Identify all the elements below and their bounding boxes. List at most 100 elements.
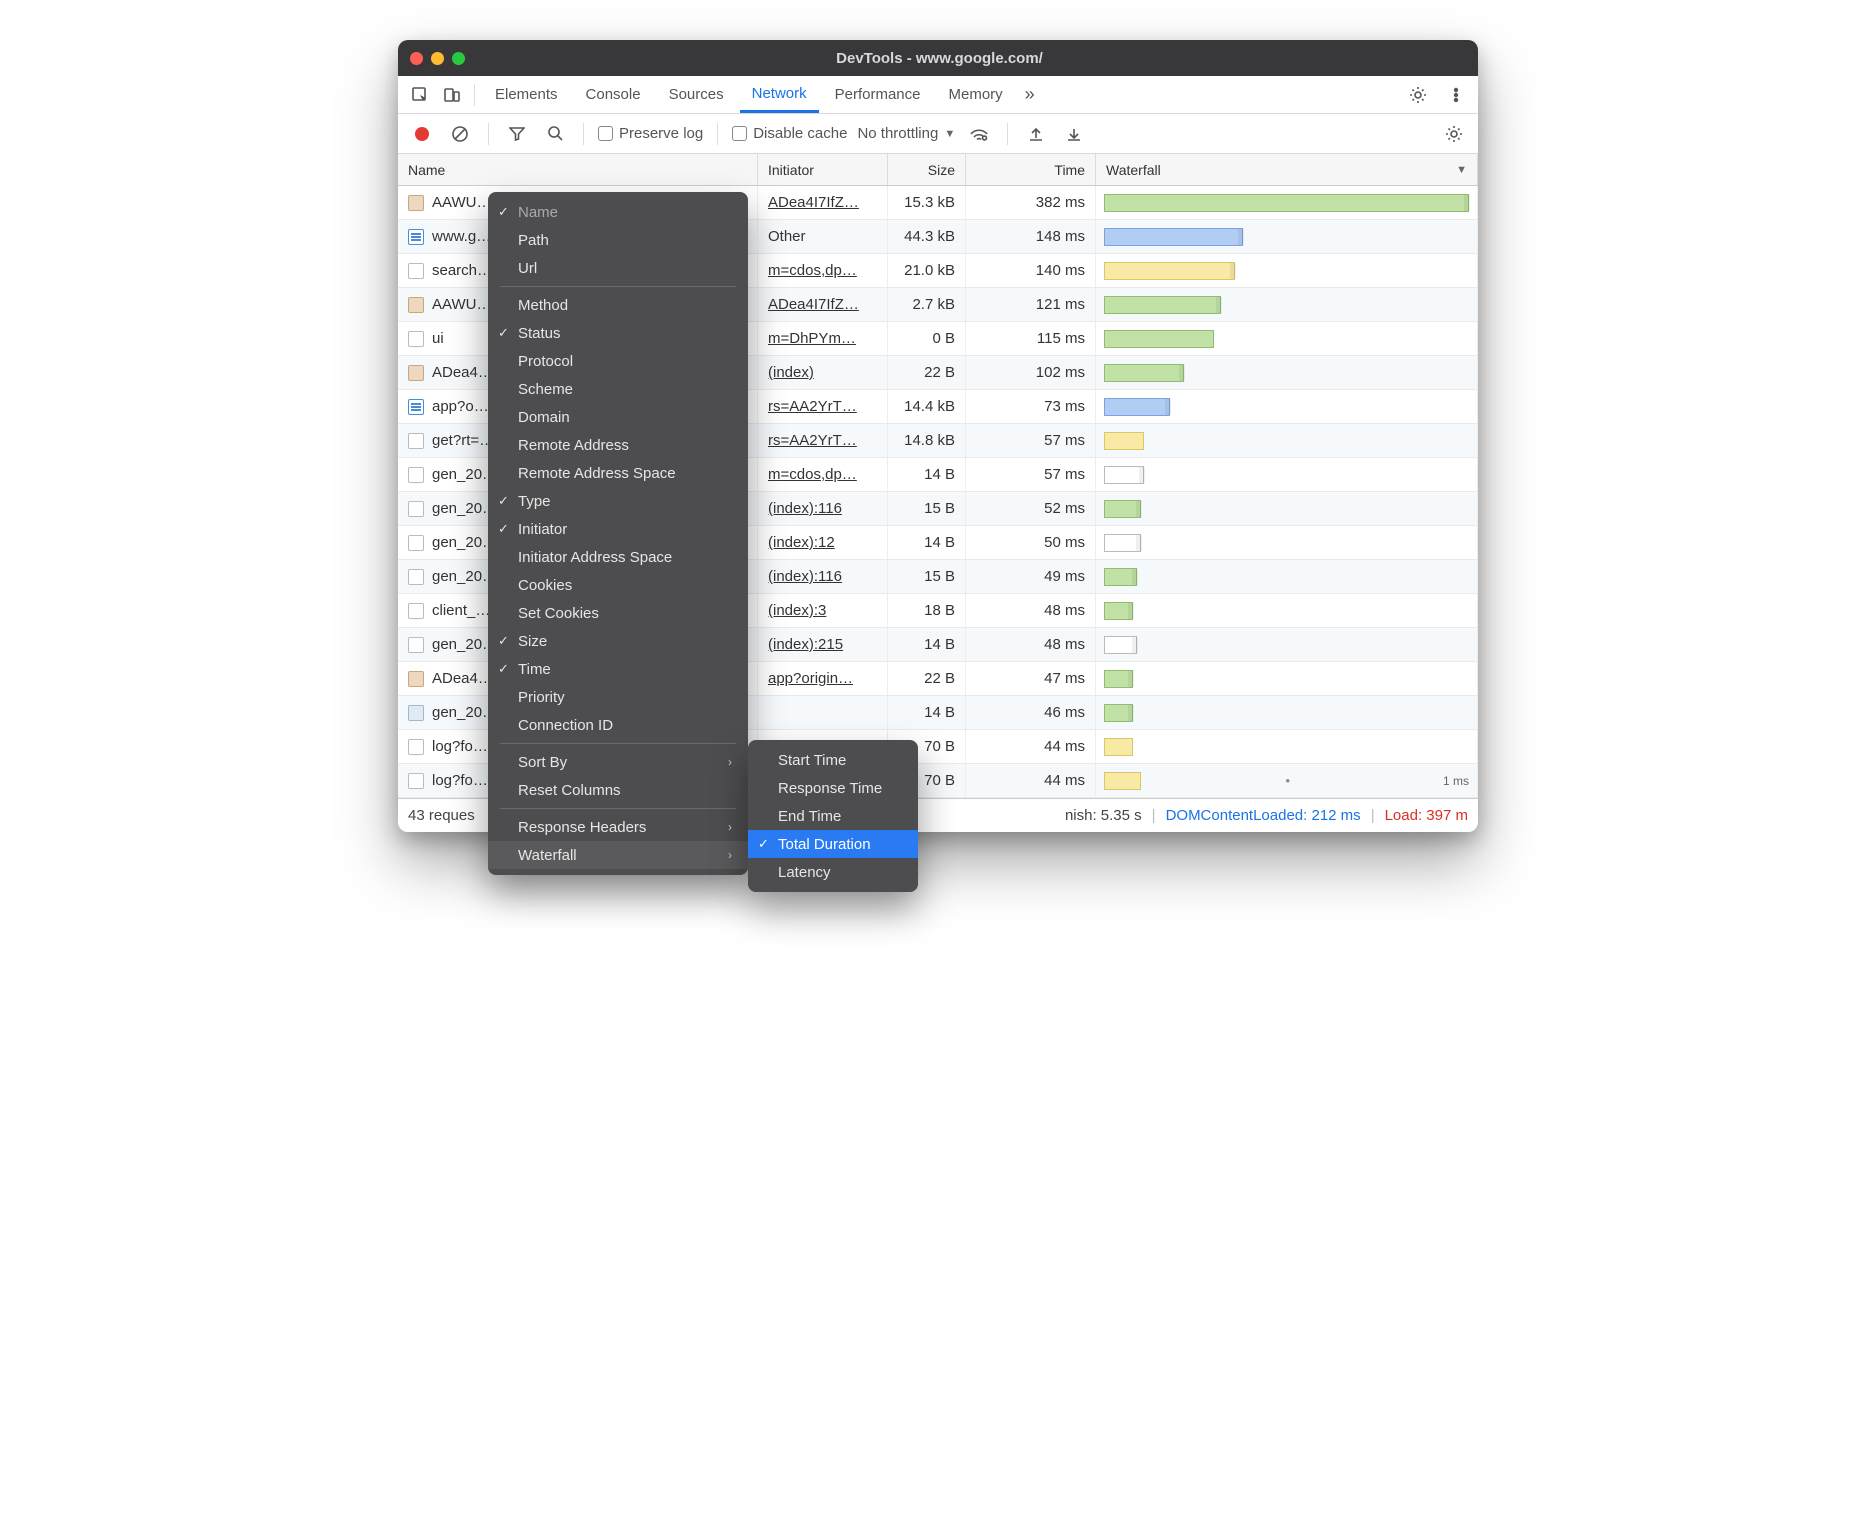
cell-time: 52 ms xyxy=(966,492,1096,525)
tab-console[interactable]: Console xyxy=(574,76,653,113)
waterfall-submenu[interactable]: Start TimeResponse TimeEnd Time✓Total Du… xyxy=(748,740,918,892)
cell-waterfall xyxy=(1096,628,1478,661)
col-size[interactable]: Size xyxy=(888,154,966,185)
menu-item[interactable]: Path xyxy=(488,226,748,254)
col-time[interactable]: Time xyxy=(966,154,1096,185)
menu-item[interactable]: Domain xyxy=(488,403,748,431)
tab-memory[interactable]: Memory xyxy=(937,76,1015,113)
tab-performance[interactable]: Performance xyxy=(823,76,933,113)
upload-har-icon[interactable] xyxy=(1022,120,1050,148)
menu-item[interactable]: Reset Columns xyxy=(488,776,748,804)
cell-initiator: ADea4I7IfZ… xyxy=(758,186,888,219)
cell-waterfall xyxy=(1096,560,1478,593)
column-context-menu[interactable]: ✓NamePathUrl Method✓StatusProtocolSchemeD… xyxy=(488,192,748,875)
status-load: Load: 397 m xyxy=(1385,807,1468,824)
menu-item[interactable]: Remote Address xyxy=(488,431,748,459)
cell-initiator: (index):215 xyxy=(758,628,888,661)
menu-item[interactable]: ✓Type xyxy=(488,487,748,515)
cell-initiator: (index) xyxy=(758,356,888,389)
menu-item[interactable]: ✓Time xyxy=(488,655,748,683)
menu-item[interactable]: Priority xyxy=(488,683,748,711)
menu-item[interactable]: ✓Total Duration xyxy=(748,830,918,858)
disable-cache-checkbox[interactable]: Disable cache xyxy=(732,125,847,142)
col-waterfall[interactable]: Waterfall▼ xyxy=(1096,154,1478,185)
zoom-icon[interactable] xyxy=(452,52,465,65)
cell-initiator: m=cdos,dp… xyxy=(758,458,888,491)
clear-icon[interactable] xyxy=(446,120,474,148)
filter-icon[interactable] xyxy=(503,120,531,148)
menu-item[interactable]: Sort By› xyxy=(488,748,748,776)
status-dcl: DOMContentLoaded: 212 ms xyxy=(1166,807,1361,824)
cell-time: 48 ms xyxy=(966,594,1096,627)
cell-time: 121 ms xyxy=(966,288,1096,321)
cell-size: 14.8 kB xyxy=(888,424,966,457)
cell-time: 57 ms xyxy=(966,458,1096,491)
file-type-icon xyxy=(408,773,424,789)
record-button[interactable] xyxy=(408,120,436,148)
menu-item[interactable]: Method xyxy=(488,291,748,319)
menu-item[interactable]: Response Time xyxy=(748,774,918,802)
cell-waterfall xyxy=(1096,390,1478,423)
table-header: Name Initiator Size Time Waterfall▼ xyxy=(398,154,1478,186)
menu-item[interactable]: Set Cookies xyxy=(488,599,748,627)
preserve-log-checkbox[interactable]: Preserve log xyxy=(598,125,703,142)
menu-item[interactable]: ✓Initiator xyxy=(488,515,748,543)
file-type-icon xyxy=(408,501,424,517)
cell-initiator: rs=AA2YrT… xyxy=(758,390,888,423)
cell-size: 44.3 kB xyxy=(888,220,966,253)
menu-item[interactable]: Url xyxy=(488,254,748,282)
search-icon[interactable] xyxy=(541,120,569,148)
cell-size: 22 B xyxy=(888,356,966,389)
cell-time: 46 ms xyxy=(966,696,1096,729)
menu-item[interactable]: Scheme xyxy=(488,375,748,403)
panel-tabs: Elements Console Sources Network Perform… xyxy=(398,76,1478,114)
cell-initiator xyxy=(758,696,888,729)
tab-network[interactable]: Network xyxy=(740,76,819,113)
menu-item[interactable]: Remote Address Space xyxy=(488,459,748,487)
cell-size: 15.3 kB xyxy=(888,186,966,219)
menu-item[interactable]: Start Time xyxy=(748,746,918,774)
throttling-select[interactable]: No throttling▼ xyxy=(857,125,955,142)
cell-time: 382 ms xyxy=(966,186,1096,219)
cell-waterfall xyxy=(1096,186,1478,219)
cell-waterfall xyxy=(1096,288,1478,321)
menu-item[interactable]: Cookies xyxy=(488,571,748,599)
cell-initiator: app?origin… xyxy=(758,662,888,695)
menu-item[interactable]: Response Headers› xyxy=(488,813,748,841)
file-type-icon xyxy=(408,603,424,619)
col-initiator[interactable]: Initiator xyxy=(758,154,888,185)
menu-item[interactable]: End Time xyxy=(748,802,918,830)
menu-item[interactable]: Connection ID xyxy=(488,711,748,739)
col-name[interactable]: Name xyxy=(398,154,758,185)
minimize-icon[interactable] xyxy=(431,52,444,65)
network-settings-icon[interactable] xyxy=(1440,120,1468,148)
more-tabs-icon[interactable]: » xyxy=(1019,84,1041,105)
file-type-icon xyxy=(408,229,424,245)
network-conditions-icon[interactable] xyxy=(965,120,993,148)
kebab-menu-icon[interactable] xyxy=(1442,81,1470,109)
file-type-icon xyxy=(408,195,424,211)
cell-time: 148 ms xyxy=(966,220,1096,253)
menu-item[interactable]: Initiator Address Space xyxy=(488,543,748,571)
download-har-icon[interactable] xyxy=(1060,120,1088,148)
menu-item[interactable]: ✓Size xyxy=(488,627,748,655)
close-icon[interactable] xyxy=(410,52,423,65)
menu-item[interactable]: Protocol xyxy=(488,347,748,375)
cell-time: 48 ms xyxy=(966,628,1096,661)
cell-time: 115 ms xyxy=(966,322,1096,355)
menu-item[interactable]: ✓Name xyxy=(488,198,748,226)
cell-time: 47 ms xyxy=(966,662,1096,695)
inspect-element-icon[interactable] xyxy=(406,81,434,109)
cell-waterfall xyxy=(1096,220,1478,253)
tab-sources[interactable]: Sources xyxy=(657,76,736,113)
status-requests: 43 reques xyxy=(408,807,475,824)
menu-item[interactable]: Latency xyxy=(748,858,918,886)
cell-size: 14 B xyxy=(888,458,966,491)
cell-waterfall xyxy=(1096,594,1478,627)
settings-icon[interactable] xyxy=(1404,81,1432,109)
cell-waterfall xyxy=(1096,356,1478,389)
menu-item[interactable]: ✓Status xyxy=(488,319,748,347)
device-toolbar-icon[interactable] xyxy=(438,81,466,109)
tab-elements[interactable]: Elements xyxy=(483,76,570,113)
menu-item[interactable]: Waterfall› xyxy=(488,841,748,869)
